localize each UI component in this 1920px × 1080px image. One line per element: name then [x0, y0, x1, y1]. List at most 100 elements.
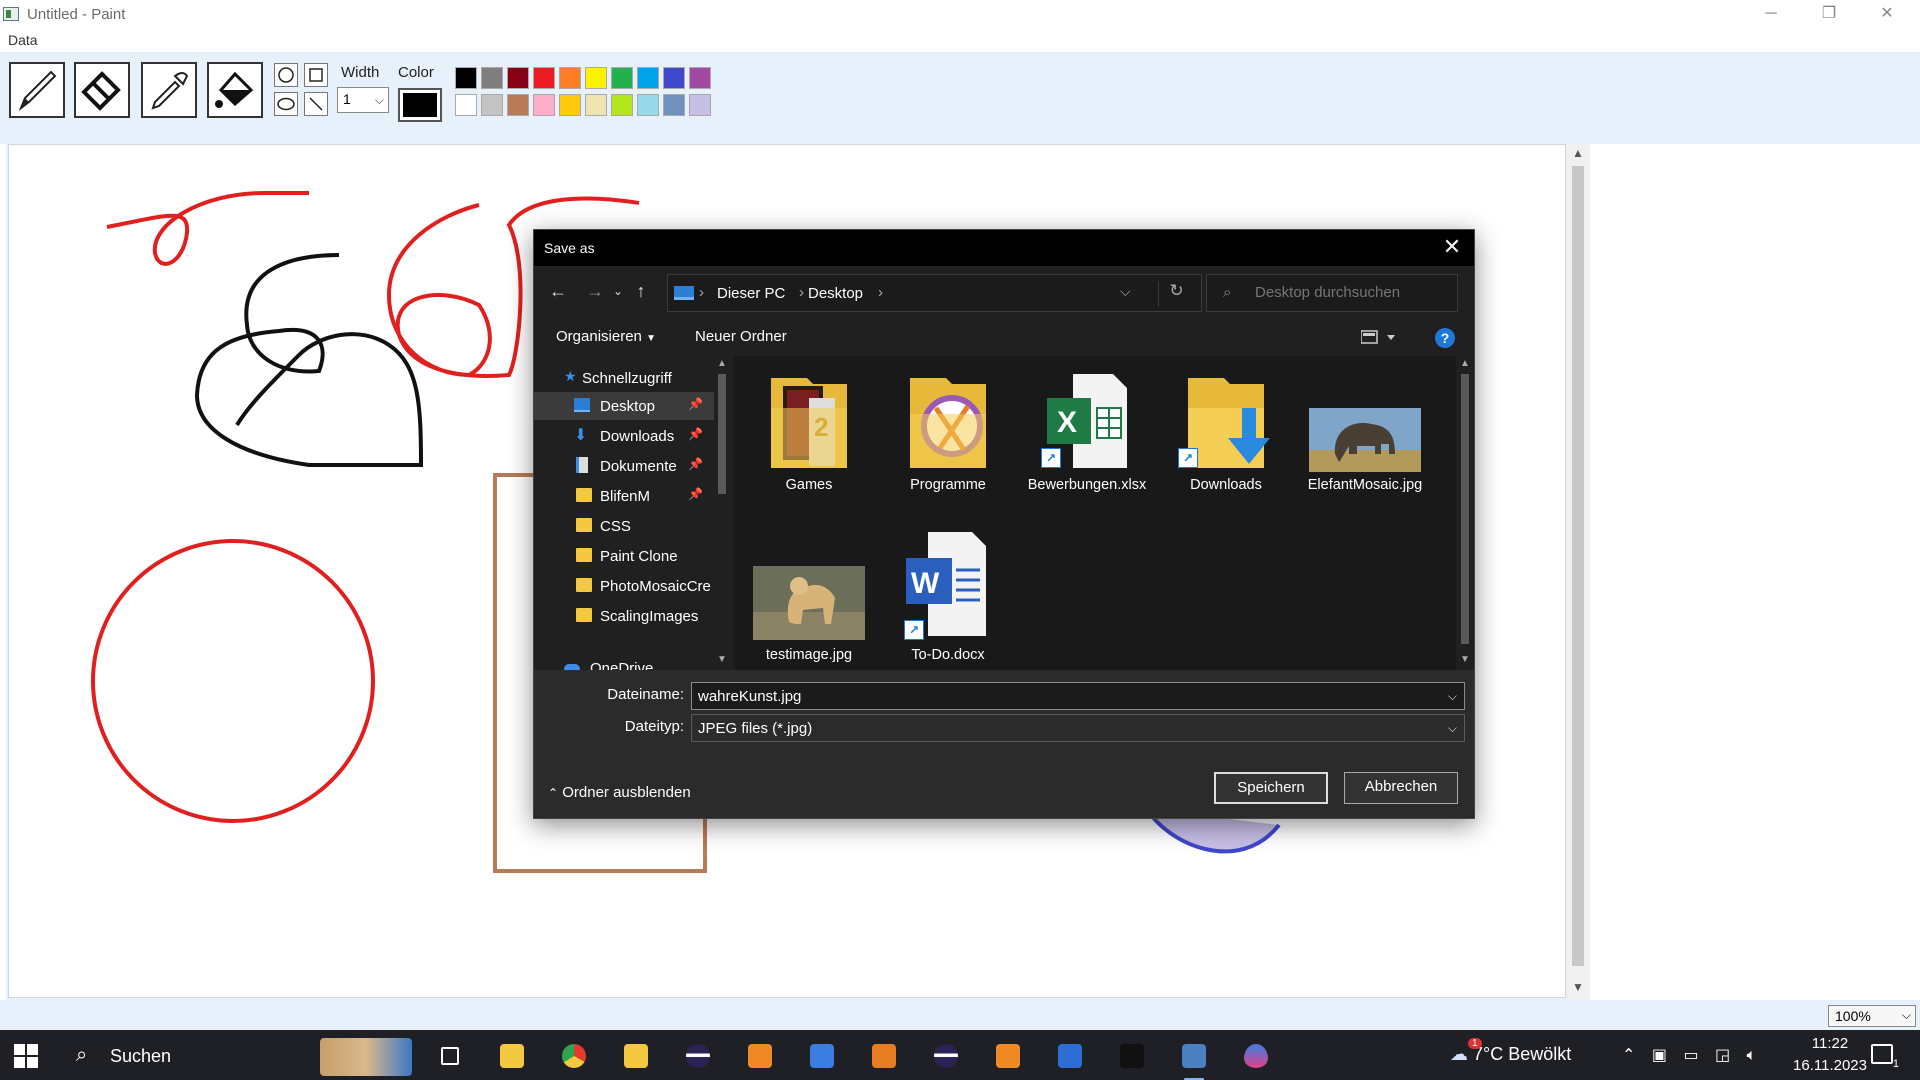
app-icon[interactable]	[742, 1038, 778, 1074]
scroll-down-arrow-icon[interactable]: ▼	[1566, 980, 1590, 998]
rectangle-shape-button[interactable]	[304, 63, 328, 87]
clock-time[interactable]: 11:22	[1780, 1035, 1880, 1052]
scroll-up-arrow-icon[interactable]: ▲	[1566, 146, 1590, 164]
drop-icon[interactable]	[1238, 1038, 1274, 1074]
palette-swatch[interactable]	[585, 67, 607, 89]
filename-combobox[interactable]: wahreKunst.jpg ⌵	[691, 682, 1465, 710]
nav-item-downloads[interactable]: ⬇ Downloads 📌	[534, 422, 714, 450]
taskbar-search[interactable]: ⌕ Suchen	[64, 1030, 420, 1080]
minimize-button[interactable]: ─	[1742, 0, 1800, 30]
palette-swatch[interactable]	[481, 94, 503, 116]
menu-item-data[interactable]: Data	[8, 32, 38, 48]
chrome-icon[interactable]	[556, 1038, 592, 1074]
intellij-icon[interactable]	[1052, 1038, 1088, 1074]
file-explorer-icon[interactable]	[494, 1038, 530, 1074]
palette-swatch[interactable]	[559, 67, 581, 89]
search-input[interactable]	[1255, 284, 1445, 301]
navigation-pane-scrollbar[interactable]: ▲ ▼	[714, 356, 730, 670]
back-arrow-icon[interactable]: ←	[546, 280, 570, 304]
scroll-up-arrow-icon[interactable]: ▲	[1456, 358, 1474, 369]
save-button[interactable]: Speichern	[1214, 772, 1328, 804]
hide-folders-button[interactable]: ⌃ Ordner ausblenden	[548, 784, 691, 801]
breadcrumb-this-pc[interactable]: Dieser PC	[717, 285, 785, 302]
address-bar[interactable]: › Dieser PC › Desktop › ⌵ ↻	[667, 274, 1202, 312]
current-color-swatch[interactable]	[398, 88, 442, 122]
breadcrumb-separator-icon[interactable]: ›	[799, 284, 804, 301]
organize-menu-button[interactable]: Organisieren ▼	[556, 328, 656, 345]
weather-widget[interactable]: ☁ 1 7°C Bewölkt	[1450, 1038, 1571, 1065]
fill-tool-button[interactable]	[207, 62, 263, 118]
zoom-select[interactable]: 100% ⌵	[1828, 1005, 1916, 1027]
help-button[interactable]: ?	[1435, 328, 1455, 348]
palette-swatch[interactable]	[559, 94, 581, 116]
search-box[interactable]: ⌕	[1206, 274, 1458, 312]
clock-date[interactable]: 16.11.2023	[1780, 1057, 1880, 1074]
nav-item-documents[interactable]: Dokumente 📌	[534, 452, 714, 480]
filetype-select[interactable]: JPEG files (*.jpg) ⌵	[691, 714, 1465, 742]
palette-swatch[interactable]	[455, 67, 477, 89]
scrollbar-thumb[interactable]	[1461, 374, 1469, 644]
nav-item-quick-access[interactable]: ★ Schnellzugriff	[534, 364, 714, 392]
palette-swatch[interactable]	[455, 94, 477, 116]
palette-swatch[interactable]	[507, 94, 529, 116]
width-select[interactable]: 1 ⌵	[337, 87, 389, 113]
scroll-up-arrow-icon[interactable]: ▲	[714, 358, 730, 369]
scroll-down-arrow-icon[interactable]: ▼	[714, 654, 730, 665]
pin-icon[interactable]: 📌	[688, 487, 703, 501]
ellipse-shape-button[interactable]	[274, 92, 298, 116]
app-icon[interactable]	[618, 1038, 654, 1074]
nav-item-folder[interactable]: BlifenM 📌	[534, 482, 714, 510]
palette-swatch[interactable]	[637, 94, 659, 116]
canvas-vertical-scrollbar[interactable]: ▲ ▼	[1566, 144, 1590, 1000]
pin-icon[interactable]: 📌	[688, 427, 703, 441]
task-view-icon[interactable]	[432, 1038, 468, 1074]
notification-center-button[interactable]: 1	[1871, 1044, 1899, 1070]
maximize-button[interactable]: ❐	[1800, 0, 1858, 30]
pencil-tool-button[interactable]	[9, 62, 65, 118]
palette-swatch[interactable]	[637, 67, 659, 89]
file-list-scrollbar[interactable]: ▲ ▼	[1456, 356, 1474, 670]
nav-item-folder[interactable]: ScalingImages	[534, 602, 714, 630]
palette-swatch[interactable]	[689, 94, 711, 116]
app-icon[interactable]	[804, 1038, 840, 1074]
palette-swatch[interactable]	[585, 94, 607, 116]
chevron-up-icon[interactable]: ⌃	[1622, 1047, 1635, 1064]
volume-icon[interactable]: 🔈︎	[1747, 1047, 1757, 1064]
palette-swatch[interactable]	[481, 67, 503, 89]
palette-swatch[interactable]	[533, 67, 555, 89]
cancel-button[interactable]: Abbrechen	[1344, 772, 1458, 804]
palette-swatch[interactable]	[611, 94, 633, 116]
eclipse-icon[interactable]	[928, 1038, 964, 1074]
scrollbar-thumb[interactable]	[718, 374, 726, 494]
breadcrumb-separator-icon[interactable]: ›	[878, 284, 883, 301]
pin-icon[interactable]: 📌	[688, 457, 703, 471]
xampp-icon[interactable]	[990, 1038, 1026, 1074]
palette-swatch[interactable]	[507, 67, 529, 89]
up-arrow-icon[interactable]: ↑	[629, 280, 653, 304]
eclipse-icon[interactable]	[680, 1038, 716, 1074]
start-button[interactable]	[14, 1044, 38, 1068]
file-item-games[interactable]: 2 Games	[749, 368, 869, 528]
palette-swatch[interactable]	[663, 94, 685, 116]
nav-item-folder[interactable]: PhotoMosaicCre	[534, 572, 714, 600]
address-dropdown-chevron-icon[interactable]: ⌵	[1120, 283, 1131, 300]
filename-input[interactable]: wahreKunst.jpg	[698, 688, 801, 705]
new-folder-button[interactable]: Neuer Ordner	[695, 328, 787, 345]
breadcrumb-desktop[interactable]: Desktop	[808, 285, 863, 302]
palette-swatch[interactable]	[611, 67, 633, 89]
breadcrumb-separator-icon[interactable]: ›	[699, 284, 704, 301]
battery-icon[interactable]: ▭	[1683, 1047, 1698, 1064]
nav-item-desktop[interactable]: Desktop 📌	[534, 392, 714, 420]
nav-item-folder[interactable]: CSS	[534, 512, 714, 540]
forward-arrow-icon[interactable]: →	[583, 280, 607, 304]
terminal-icon[interactable]	[1114, 1038, 1150, 1074]
file-item-dog-image[interactable]: testimage.jpg	[749, 532, 869, 692]
file-item-programs[interactable]: Programme	[888, 368, 1008, 528]
file-item-excel[interactable]: X ↗ Bewerbungen.xlsx	[1027, 368, 1147, 528]
scroll-down-arrow-icon[interactable]: ▼	[1456, 654, 1474, 665]
file-item-word[interactable]: W ↗ To-Do.docx	[888, 532, 1008, 692]
paint-clone-icon[interactable]	[1176, 1038, 1212, 1080]
recent-locations-chevron-icon[interactable]: ⌄	[606, 280, 630, 304]
file-item-elephant-image[interactable]: ElefantMosaic.jpg	[1305, 368, 1425, 528]
network-icon[interactable]: ▣	[1652, 1047, 1667, 1064]
